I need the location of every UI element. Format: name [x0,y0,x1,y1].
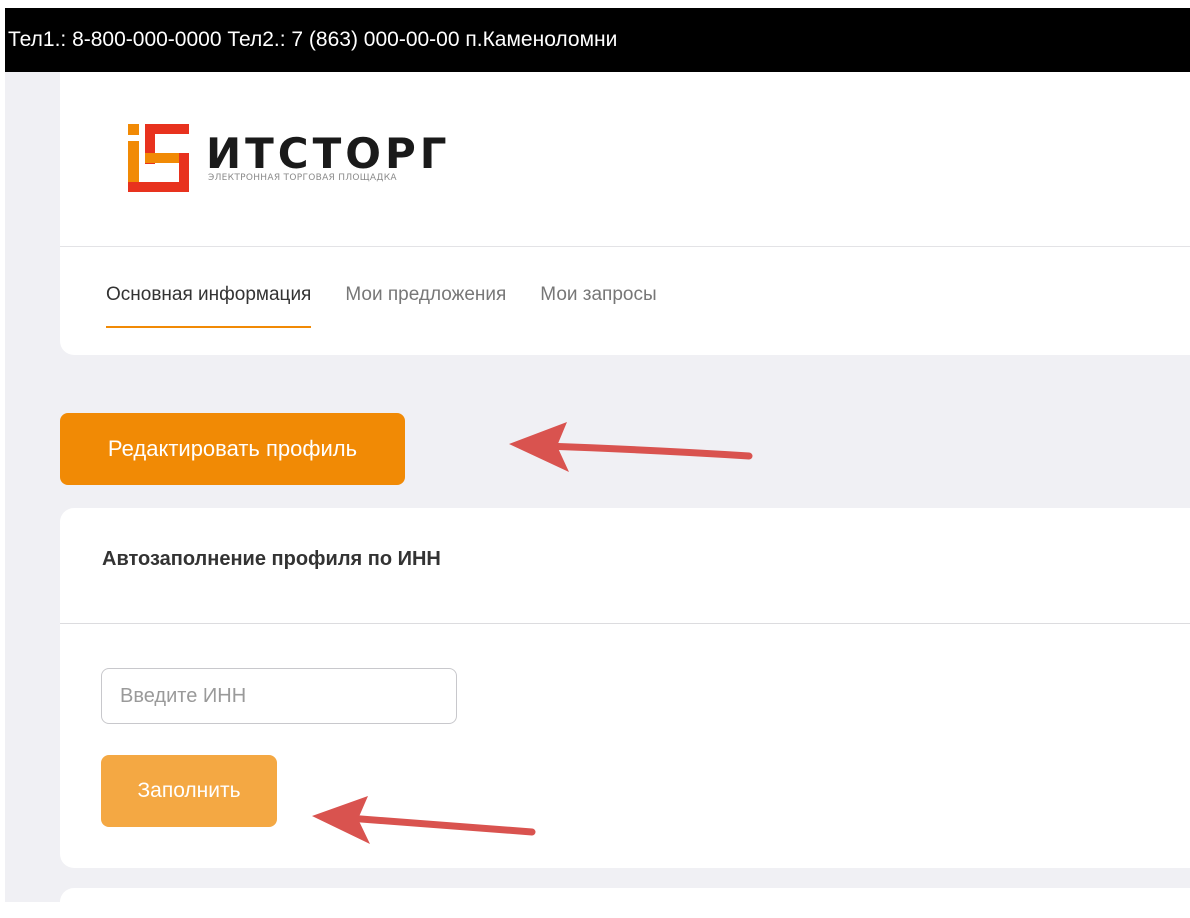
inn-card-title: Автозаполнение профиля по ИНН [102,548,441,570]
inn-input[interactable] [101,668,457,724]
tab-my-offers[interactable]: Мои предложения [345,284,506,328]
arrow-left-icon [509,422,753,472]
logo-mark-icon [128,124,189,192]
edit-profile-button[interactable]: Редактировать профиль [60,413,405,485]
fill-button[interactable]: Заполнить [101,755,277,827]
logo-subtitle: ЭЛЕКТРОННАЯ ТОРГОВАЯ ПЛОЩАДКА [208,173,397,183]
arrow-left-icon [312,796,536,844]
inn-card-divider [60,623,1190,624]
site-logo[interactable]: ИТСТОРГ ЭЛЕКТРОННАЯ ТОРГОВАЯ ПЛОЩАДКА [128,122,478,192]
tab-main-info[interactable]: Основная информация [106,284,312,328]
tab-my-requests[interactable]: Мои запросы [540,284,656,328]
top-contact-bar: Тел1.: 8-800-000-0000 Тел2.: 7 (863) 000… [5,8,1190,72]
profile-header-card: ИТСТОРГ ЭЛЕКТРОННАЯ ТОРГОВАЯ ПЛОЩАДКА Ос… [60,72,1190,355]
next-section-card [60,888,1190,918]
header-divider [60,246,1190,247]
profile-tabs: Основная информация Мои предложения Мои за… [106,284,691,344]
inn-autofill-card: Автозаполнение профиля по ИНН Заполнить [60,508,1190,868]
contact-phones: Тел1.: 8-800-000-0000 Тел2.: 7 (863) 000… [8,28,618,51]
logo-wordmark: ИТСТОРГ [206,129,451,178]
